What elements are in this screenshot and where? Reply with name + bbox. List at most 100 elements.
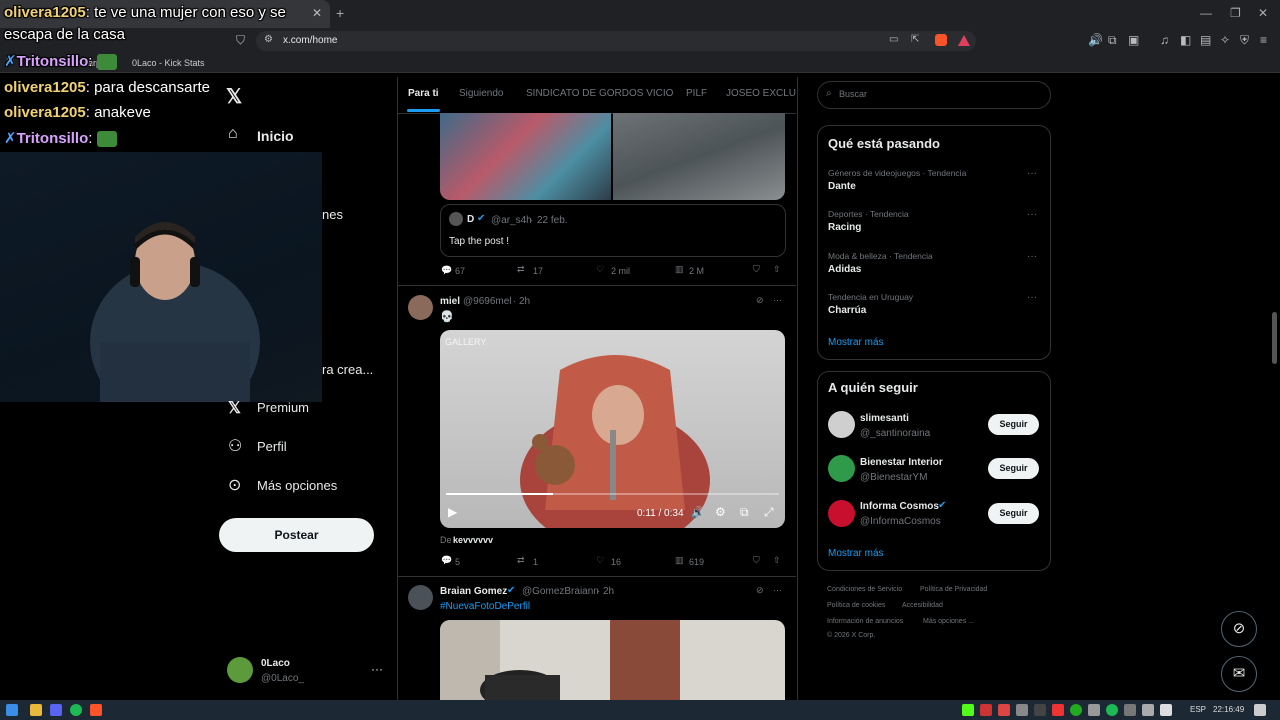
post-author-name[interactable]: miel xyxy=(440,296,460,307)
trend-more-icon[interactable]: ··· xyxy=(1027,292,1037,303)
bookmark-icon[interactable]: ⛉ xyxy=(236,33,245,48)
follow-name[interactable]: Bienestar Interior xyxy=(860,457,943,468)
premium-icon[interactable]: 𝕏 xyxy=(228,398,241,418)
account-menu-icon[interactable]: ··· xyxy=(371,662,383,676)
video-player[interactable] xyxy=(440,330,785,528)
notification-icon[interactable] xyxy=(1254,704,1266,716)
keyboard-language[interactable]: ESP xyxy=(1190,705,1206,714)
follow-button[interactable]: Seguir xyxy=(988,458,1039,479)
site-settings-icon[interactable]: ⚙ xyxy=(264,34,273,45)
close-window-icon[interactable]: ✕ xyxy=(1258,6,1268,20)
footer-link[interactable]: Información de anuncios xyxy=(827,618,903,625)
follow-show-more[interactable]: Mostrar más xyxy=(828,548,884,559)
follow-button[interactable]: Seguir xyxy=(988,414,1039,435)
tray-icon[interactable] xyxy=(1088,704,1100,716)
footer-link[interactable]: Política de Privacidad xyxy=(920,586,987,593)
follow-avatar[interactable] xyxy=(828,500,855,527)
post-avatar[interactable] xyxy=(408,585,433,610)
footer-link[interactable]: Condiciones de Servicio xyxy=(827,586,902,593)
bookmark-kick-stats[interactable]: 0Laco - Kick Stats xyxy=(132,58,205,68)
tab-for-you[interactable]: Para ti xyxy=(408,88,439,99)
trend-item[interactable]: Dante xyxy=(828,181,856,192)
bookmark-post-icon[interactable]: ⛉ xyxy=(753,555,760,566)
post-time[interactable]: 2h xyxy=(603,586,614,597)
video-settings-icon[interactable]: ⚙ xyxy=(715,505,726,519)
profile-icon[interactable]: ⚇ xyxy=(228,436,242,456)
repost-icon[interactable]: ⇄ xyxy=(517,555,525,566)
extension-icon[interactable]: ⧉ xyxy=(1108,33,1117,48)
sidebar-icon[interactable]: ◧ xyxy=(1180,33,1191,47)
tray-icon[interactable] xyxy=(1106,704,1118,716)
nav-home[interactable]: Inicio xyxy=(257,128,294,144)
video-source-user[interactable]: kevvvvvv xyxy=(453,535,493,545)
address-bar[interactable] xyxy=(256,31,976,51)
page-scrollbar[interactable] xyxy=(1272,312,1277,364)
follow-button[interactable]: Seguir xyxy=(988,503,1039,524)
brave-shield-icon[interactable] xyxy=(935,34,947,46)
post-time[interactable]: 2h xyxy=(519,296,530,307)
quoted-post[interactable] xyxy=(440,204,786,257)
footer-link[interactable]: Política de cookies xyxy=(827,602,885,609)
post-author-name[interactable]: Braian Gomez xyxy=(440,586,507,597)
tab-following[interactable]: Siguiendo xyxy=(459,88,503,99)
maximize-icon[interactable]: ❐ xyxy=(1230,6,1241,20)
tray-icon[interactable] xyxy=(998,704,1010,716)
music-icon[interactable]: ♫ xyxy=(1160,33,1169,47)
post-image[interactable] xyxy=(440,620,785,700)
tray-icon[interactable] xyxy=(1034,704,1046,716)
share-post-icon[interactable]: ⇧ xyxy=(773,264,781,275)
fullscreen-icon[interactable]: ⤢ xyxy=(764,505,774,520)
post-more-icon[interactable]: ··· xyxy=(773,585,782,595)
vpn-icon[interactable]: ⛨ xyxy=(1240,33,1249,48)
trends-show-more[interactable]: Mostrar más xyxy=(828,337,884,348)
footer-link[interactable]: Más opciones ... xyxy=(923,618,974,625)
post-image[interactable] xyxy=(613,113,785,200)
more-options-icon[interactable]: ⊙ xyxy=(228,475,241,495)
volume-tray-icon[interactable] xyxy=(1160,704,1172,716)
audio-icon[interactable]: 🔊 xyxy=(1088,33,1103,47)
new-tab-icon[interactable]: + xyxy=(336,5,344,21)
views-icon[interactable]: ▥ xyxy=(675,555,684,566)
nav-premium[interactable]: Premium xyxy=(257,400,309,415)
messages-fab-icon[interactable]: ✉ xyxy=(1221,656,1257,692)
home-icon[interactable]: ⌂ xyxy=(228,125,238,143)
trend-more-icon[interactable]: ··· xyxy=(1027,251,1037,262)
tab-list[interactable]: PILF xyxy=(686,88,707,99)
wallet-icon[interactable]: ▤ xyxy=(1200,33,1211,47)
nav-partial-item[interactable]: nes xyxy=(322,207,343,222)
url-text[interactable]: x.com/home xyxy=(283,35,337,46)
volume-icon[interactable]: 🔊 xyxy=(691,506,705,519)
ai-icon[interactable]: ✧ xyxy=(1220,33,1230,47)
tray-icon[interactable] xyxy=(1052,704,1064,716)
share-icon[interactable]: ⇱ xyxy=(911,34,919,45)
follow-avatar[interactable] xyxy=(828,455,855,482)
nav-more-options[interactable]: Más opciones xyxy=(257,478,337,493)
wifi-icon[interactable] xyxy=(1124,704,1136,716)
reply-icon[interactable]: 💬 xyxy=(441,265,452,276)
minimize-icon[interactable]: — xyxy=(1200,6,1212,20)
grok-icon[interactable]: ⊘ xyxy=(756,585,764,596)
like-icon[interactable]: ♡ xyxy=(596,264,604,275)
start-icon[interactable] xyxy=(6,704,18,716)
tray-icon[interactable] xyxy=(1142,704,1154,716)
repost-icon[interactable]: ⇄ xyxy=(517,264,525,275)
post-more-icon[interactable]: ··· xyxy=(773,295,782,305)
trend-more-icon[interactable]: ··· xyxy=(1027,209,1037,220)
cast-icon[interactable]: ▭ xyxy=(889,34,898,45)
brave-icon[interactable] xyxy=(90,704,102,716)
tray-icon[interactable] xyxy=(1070,704,1082,716)
pip-icon[interactable]: ⧉ xyxy=(740,505,749,520)
post-avatar[interactable] xyxy=(408,295,433,320)
post-hashtag[interactable]: #NuevaFotoDePerfil xyxy=(440,601,530,612)
explorer-icon[interactable] xyxy=(30,704,42,716)
like-icon[interactable]: ♡ xyxy=(596,555,604,566)
tab-list[interactable]: SINDICATO DE GORDOS VICIO xyxy=(526,88,673,99)
post-author-handle[interactable]: @9696mel xyxy=(463,296,512,307)
brave-rewards-icon[interactable] xyxy=(958,35,970,46)
trend-more-icon[interactable]: ··· xyxy=(1027,168,1037,179)
tray-icon[interactable] xyxy=(980,704,992,716)
search-placeholder[interactable]: Buscar xyxy=(839,89,867,99)
trend-item[interactable]: Adidas xyxy=(828,264,861,275)
close-tab-icon[interactable]: ✕ xyxy=(312,6,322,20)
follow-avatar[interactable] xyxy=(828,411,855,438)
